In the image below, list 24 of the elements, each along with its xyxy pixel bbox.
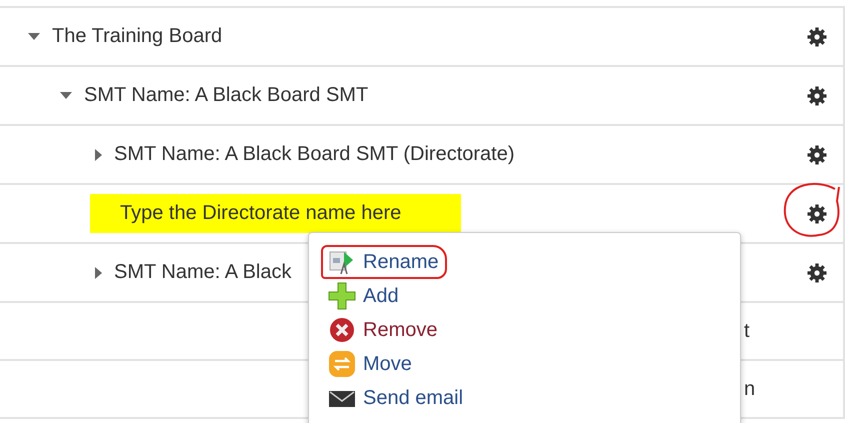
menu-item[interactable]: Move (321, 347, 420, 381)
remove-icon (327, 316, 357, 344)
cell-text: n (744, 378, 756, 400)
expand-toggle[interactable] (95, 266, 102, 278)
cell-text: t (744, 320, 750, 342)
collapse-toggle[interactable] (28, 33, 40, 40)
settings-icon[interactable] (807, 27, 827, 47)
node-label[interactable]: SMT Name: A Black Board SMT (84, 84, 368, 107)
highlighted-node-label[interactable]: Type the Directorate name here (90, 194, 462, 233)
menu-item[interactable]: Rename (321, 245, 447, 279)
expand-toggle[interactable] (95, 148, 102, 160)
settings-icon[interactable] (807, 86, 827, 106)
collapse-toggle[interactable] (60, 92, 72, 99)
node-label[interactable]: SMT Name: A Black Board SMT (Directorate) (114, 143, 514, 166)
node-label[interactable]: SMT Name: A Black (114, 261, 292, 284)
menu-item[interactable]: Remove (321, 313, 446, 347)
menu-item[interactable]: Add (321, 279, 407, 313)
settings-icon[interactable] (807, 204, 827, 224)
settings-icon[interactable] (807, 263, 827, 283)
move-icon (327, 350, 357, 378)
menu-item[interactable]: Send email (321, 381, 472, 415)
settings-icon[interactable] (807, 145, 827, 165)
node-label[interactable]: The Training Board (52, 25, 222, 48)
plus-icon (327, 282, 357, 310)
